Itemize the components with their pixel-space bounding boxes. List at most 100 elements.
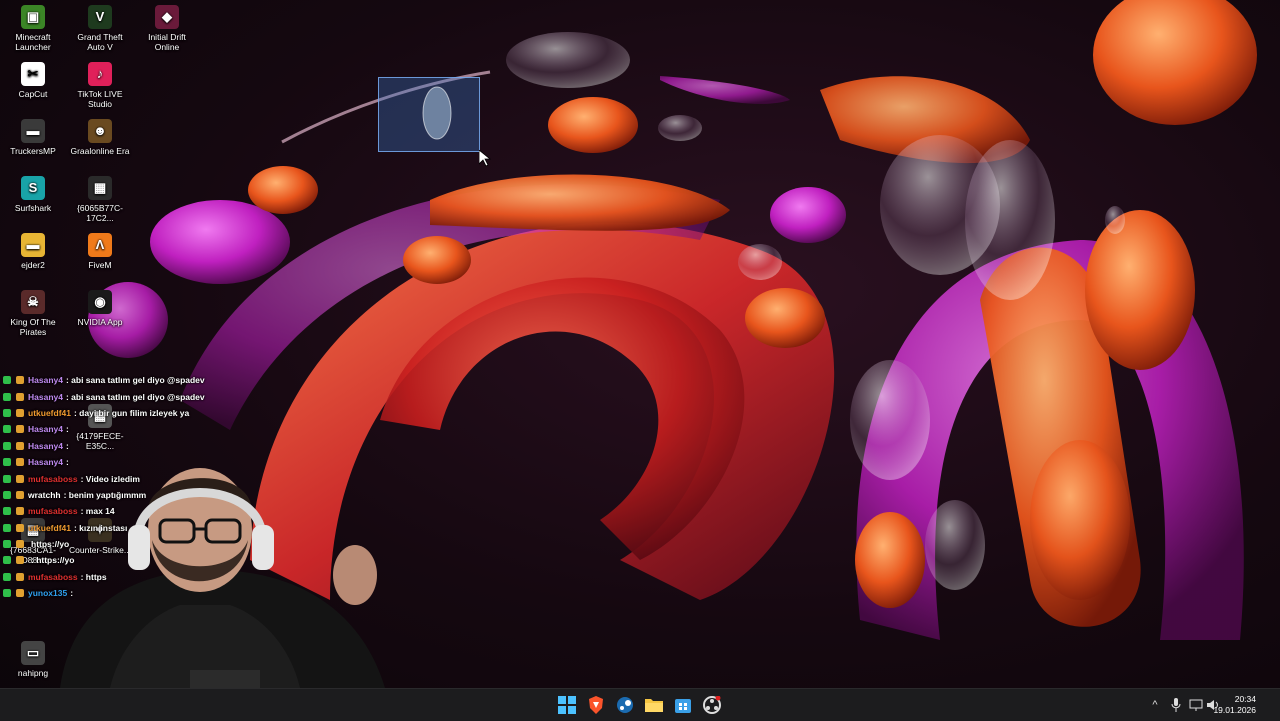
microsoft-store-button[interactable] [671,693,695,717]
desktop-icon-label: ejder2 [21,260,45,270]
mouse-cursor-icon [479,150,491,167]
desktop-icon[interactable]: ♪ TikTok LIVE Studio [68,62,132,109]
desktop-icon-label: King Of The Pirates [10,317,56,337]
chat-badge-icon [16,425,24,434]
obs-studio-button[interactable] [700,693,724,717]
king-of-pirates-icon: ☠ [21,290,45,314]
chat-badge-icon [16,589,24,598]
show-desktop-button[interactable] [1274,689,1280,721]
webcam-overlay [40,455,410,688]
truckersmp-icon: ▬ [21,119,45,143]
nvidia-icon: ◉ [88,290,112,314]
minecraft-icon: ▣ [21,5,45,29]
store-icon [675,699,691,713]
gta-v-icon: V [88,5,112,29]
chat-message-text: : abi sana tatlım gel diyo @spadev [65,375,205,386]
desktop-icon[interactable]: ☻ Graalonline Era [68,119,132,156]
desktop-icon-label: Minecraft Launcher [15,32,51,52]
chat-badge-icon [16,507,24,516]
chat-message-text: : [65,440,69,451]
clock-time: 20:34 [1234,694,1256,704]
initial-drift-icon: ◆ [155,5,179,29]
steam-icon [617,697,633,713]
chat-badge-icon [3,408,11,417]
desktop-icon[interactable]: V Grand Theft Auto V [68,5,132,52]
desktop-selection-rectangle [378,77,480,152]
chat-message: utkuefdf41: dayi bir gun filim izleyek y… [0,405,300,421]
desktop-icon-label: TikTok LIVE Studio [77,89,123,109]
desktop-icon[interactable]: ◆ Initial Drift Online [135,5,199,52]
microphone-icon[interactable] [1169,698,1183,712]
chat-badge-icon [16,490,24,499]
chat-badge-icon [3,490,11,499]
chat-username: Hasany4 [28,375,63,386]
desktop-icon[interactable]: ▦ {6065B77C-17C2... [68,176,132,223]
steam-button[interactable] [613,693,637,717]
desktop-icon-label: {6065B77C-17C2... [77,203,123,223]
chat-badge-icon [16,540,24,549]
chat-badge-icon [16,376,24,385]
chat-badge-icon [16,523,24,532]
chat-badge-icon [3,507,11,516]
chat-badge-icon [16,572,24,581]
fivem-icon: Λ [88,233,112,257]
desktop-icon[interactable]: Λ FiveM [68,233,132,270]
desktop-icon[interactable]: ✂ CapCut [1,62,65,99]
obs-icon [703,696,721,714]
desktop-icon[interactable]: ☠ King Of The Pirates [1,290,65,337]
chat-badge-icon [16,392,24,401]
network-icon[interactable] [1189,698,1203,712]
chat-message: Hasany4: abi sana tatlım gel diyo @spade… [0,372,300,388]
desktop-icon[interactable]: ◉ NVIDIA App [68,290,132,327]
surfshark-icon: S [21,176,45,200]
brave-browser-button[interactable] [584,693,608,717]
desktop-icon[interactable]: ▬ TruckersMP [1,119,65,156]
chat-message: Hasany4: [0,421,300,437]
tray-overflow-chevron-icon[interactable]: ^ [1148,698,1162,712]
chat-badge-icon [3,458,11,467]
chat-badge-icon [3,392,11,401]
system-clock[interactable]: 20:34 19.01.2026 [1213,694,1256,716]
chat-badge-icon [3,589,11,598]
chat-badge-icon [3,376,11,385]
tiktok-live-icon: ♪ [88,62,112,86]
chat-badge-icon [16,408,24,417]
brave-icon [589,696,603,714]
desktop-icon[interactable]: ▣ Minecraft Launcher [1,5,65,52]
desktop-icon-label: Graalonline Era [70,146,130,156]
chat-message-text: : abi sana tatlım gel diyo @spadev [65,391,205,402]
desktop-icon-label: NVIDIA App [77,317,123,327]
start-button[interactable] [555,693,579,717]
chat-badge-icon [16,441,24,450]
chat-badge-icon [16,458,24,467]
chat-message: Hasany4: [0,438,300,454]
chat-message: Hasany4: abi sana tatlım gel diyo @spade… [0,388,300,404]
chat-username: utkuefdf41 [28,407,71,418]
chat-username: Hasany4 [28,424,63,435]
chat-badge-icon [3,425,11,434]
folder-icon: ▬ [21,233,45,257]
clock-date: 19.01.2026 [1213,705,1256,715]
water-drop-icon [422,86,452,140]
chat-badge-icon [3,556,11,565]
taskbar: ^ 20:34 19.01.2026 [0,688,1280,721]
desktop-icon[interactable]: S Surfshark [1,176,65,213]
streamer-webcam-image [60,468,385,688]
chat-badge-icon [16,556,24,565]
chat-message-text: : [65,424,69,435]
chat-badge-icon [16,474,24,483]
desktop-icon-label: Initial Drift Online [148,32,186,52]
desktop-icon-label: Surfshark [14,203,52,213]
chat-badge-icon [3,523,11,532]
graalonline-icon: ☻ [88,119,112,143]
desktop-icon-label: FiveM [88,260,112,270]
chat-badge-icon [3,572,11,581]
desktop-icon[interactable]: ▬ ejder2 [1,233,65,270]
chat-badge-icon [3,540,11,549]
file-icon: ▦ [88,176,112,200]
file-explorer-button[interactable] [642,693,666,717]
chat-username: Hasany4 [28,440,63,451]
desktop-icon-label: Grand Theft Auto V [77,32,123,52]
windows-icon [558,696,576,714]
chat-username: Hasany4 [28,391,63,402]
